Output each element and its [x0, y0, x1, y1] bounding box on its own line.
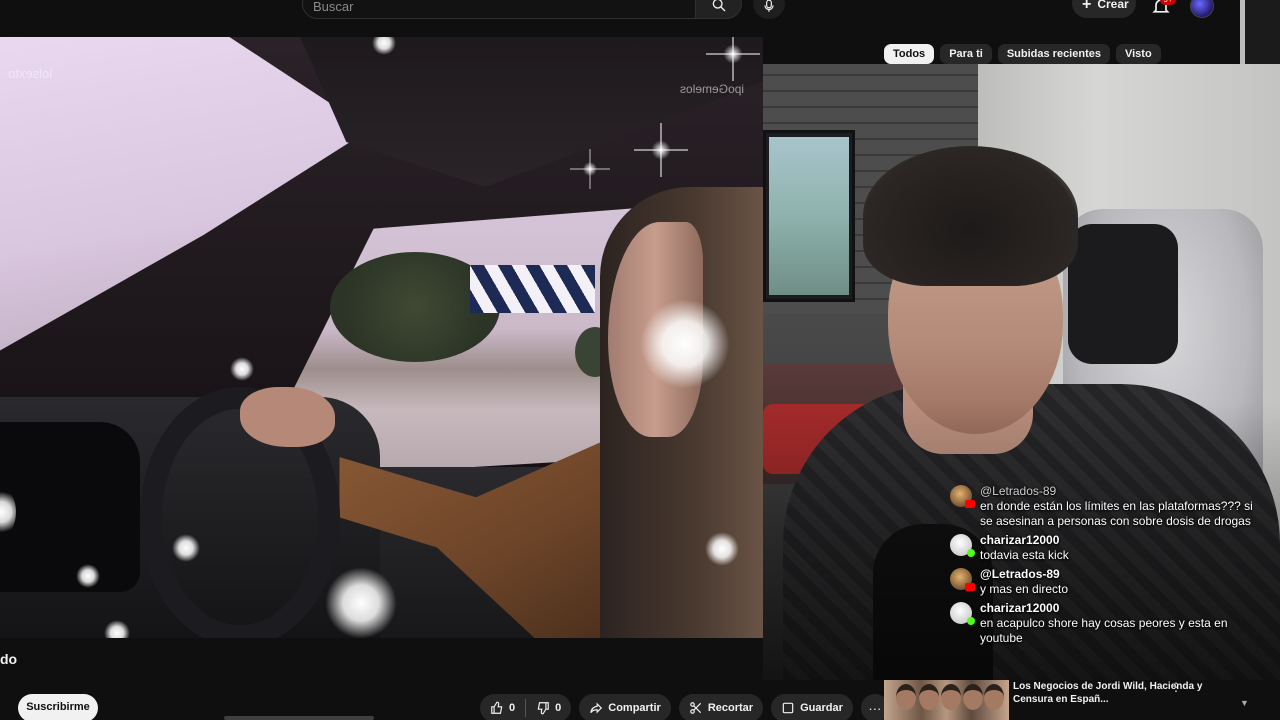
car-roof	[300, 37, 763, 187]
sparkle	[705, 532, 739, 566]
filter-chips: Todos Para ti Subidas recientes Visto	[884, 44, 1161, 64]
chat-username: charizar12000	[980, 601, 1060, 615]
chip-subidas-recientes[interactable]: Subidas recientes	[997, 44, 1110, 64]
chat-avatar	[950, 602, 975, 625]
thumbnail-face	[963, 684, 983, 710]
create-label: Crear	[1097, 0, 1129, 11]
chat-username: @Letrados-89	[980, 567, 1060, 581]
search-icon	[712, 0, 725, 12]
share-icon	[590, 702, 603, 714]
dislike-count: 0	[555, 702, 562, 714]
page-edge	[1240, 0, 1280, 64]
chat-username: @Letrados-89	[980, 484, 1057, 498]
video-watermark: ipoGemelos	[680, 82, 745, 96]
recommended-video[interactable]: Los Negocios de Jordi Wild, Hacienda y C…	[884, 680, 1250, 720]
notifications-badge: 9+	[1160, 0, 1176, 5]
recommended-title[interactable]: Los Negocios de Jordi Wild, Hacienda y C…	[1013, 680, 1233, 706]
video-title: do	[0, 651, 18, 667]
driver-hand	[240, 387, 335, 447]
chat-message: @Letrados-89 en donde están los límites …	[950, 484, 1260, 529]
video-player[interactable]: ipoGemelos lolsexto	[0, 37, 763, 638]
thumbs-up-icon	[491, 701, 503, 714]
subscribe-button[interactable]: Suscribirme	[18, 694, 98, 720]
dashboard-vent	[0, 422, 140, 592]
description-scroll-indicator	[224, 716, 374, 720]
like-button[interactable]: 0	[480, 694, 525, 720]
clip-label: Recortar	[707, 702, 754, 714]
dislike-button[interactable]: 0	[526, 694, 571, 720]
sparkle	[325, 567, 397, 638]
thumbnail-face	[984, 684, 1004, 710]
chat-message: charizar12000 en acapulco shore hay cosa…	[950, 601, 1260, 646]
chat-avatar	[950, 485, 975, 508]
share-button[interactable]: Compartir	[579, 694, 671, 720]
save-label: Guardar	[800, 702, 843, 714]
search-button[interactable]	[696, 0, 742, 19]
sparkle	[76, 564, 100, 588]
video-watermark-left: lolsexto	[8, 66, 53, 81]
thumbnail-face	[941, 684, 961, 710]
kick-icon	[967, 617, 975, 625]
microphone-icon	[764, 0, 774, 12]
chat-message: @Letrados-89 y mas en directo	[950, 567, 1260, 597]
create-button[interactable]: + Crear	[1072, 0, 1136, 18]
chip-visto[interactable]: Visto	[1115, 44, 1161, 64]
more-vert-icon[interactable]: ⋮	[1170, 680, 1182, 694]
thumbs-down-icon	[537, 702, 549, 715]
save-to-playlist-icon	[782, 702, 794, 714]
search-box[interactable]	[302, 0, 696, 19]
kick-icon	[967, 549, 975, 557]
youtube-icon	[965, 583, 975, 591]
chat-overlay: @Letrados-89 en donde están los límites …	[950, 484, 1260, 650]
save-button[interactable]: Guardar	[771, 694, 853, 720]
chat-avatar	[950, 568, 975, 591]
scissors-icon	[689, 702, 701, 714]
chat-message: charizar12000 todavia esta kick	[950, 533, 1260, 563]
top-bar: + Crear 9+	[0, 0, 1240, 22]
share-label: Compartir	[608, 702, 661, 714]
video-actions: 0 0 Compartir Recortar Guardar ···	[480, 694, 889, 720]
windshield-view	[0, 37, 370, 351]
thumbnail-face	[919, 684, 939, 710]
sparkle-star	[634, 123, 688, 177]
chip-todos[interactable]: Todos	[884, 44, 935, 64]
sparkle	[640, 299, 730, 389]
chip-para-ti[interactable]: Para ti	[940, 44, 992, 64]
chat-username: charizar12000	[980, 533, 1060, 547]
chat-text: y mas en directo	[980, 582, 1069, 596]
youtube-icon	[965, 500, 975, 508]
sparkle	[172, 534, 200, 562]
recommended-thumbnail[interactable]	[884, 680, 1009, 720]
chat-avatar	[950, 534, 975, 557]
chat-text: en acapulco shore hay cosas peores y est…	[980, 616, 1228, 645]
screen: + Crear 9+ ipoGemelos lolsexto	[0, 0, 1280, 720]
sparkle	[230, 357, 254, 381]
sparkle-star	[706, 37, 760, 81]
chevron-road-sign	[470, 265, 595, 313]
sparkle-star	[570, 149, 610, 189]
chevron-down-icon[interactable]: ▼	[1240, 698, 1249, 708]
voice-search-button[interactable]	[753, 0, 785, 19]
chat-text: todavia esta kick	[980, 548, 1069, 562]
thumbnail-face	[896, 684, 916, 710]
chat-text: en donde están los límites en las plataf…	[980, 499, 1253, 528]
plus-icon: +	[1082, 0, 1092, 13]
like-count: 0	[509, 702, 516, 714]
account-avatar[interactable]	[1190, 0, 1214, 18]
search-input[interactable]	[313, 0, 673, 13]
clip-button[interactable]: Recortar	[678, 694, 764, 720]
scrollbar[interactable]	[1240, 0, 1245, 64]
like-dislike-group: 0 0	[480, 694, 572, 720]
